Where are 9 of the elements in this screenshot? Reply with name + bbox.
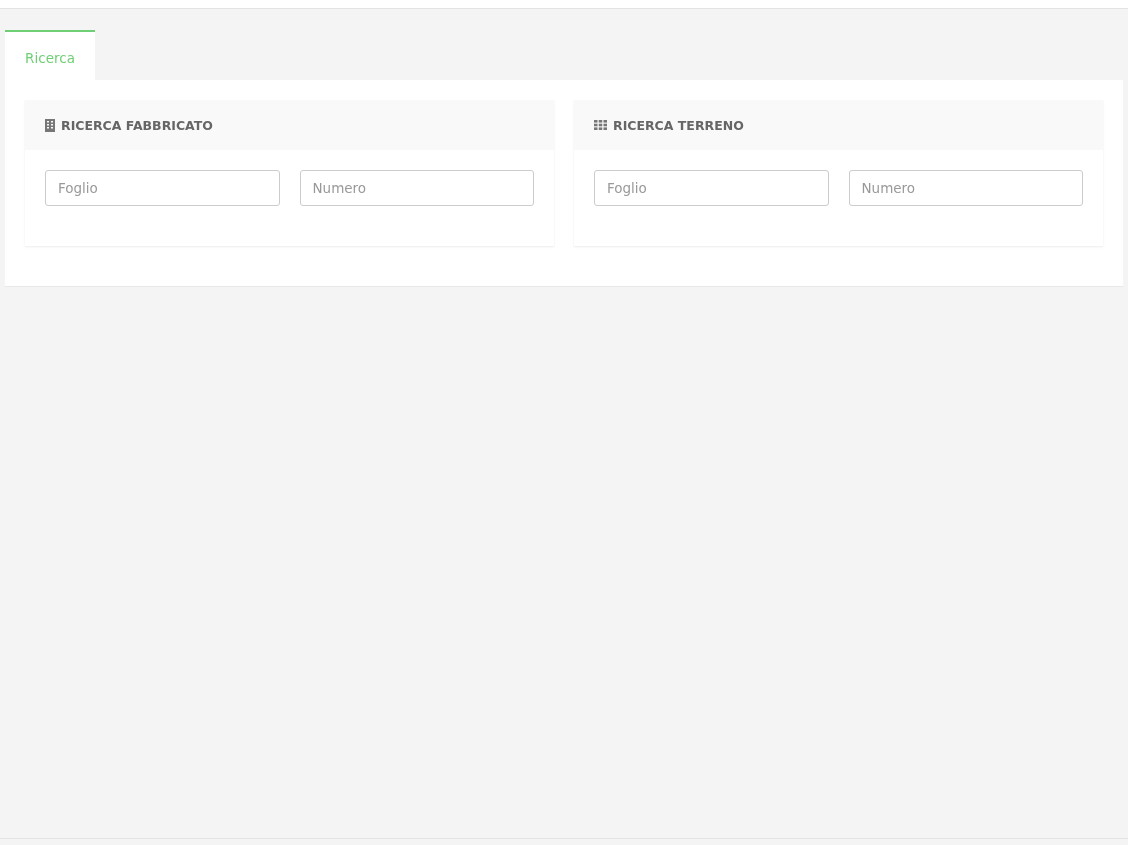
input-field[interactable]: Numero bbox=[299, 170, 534, 206]
input-field[interactable]: Foglio bbox=[45, 170, 280, 206]
card-title: RICERCA TERRENO bbox=[613, 117, 744, 133]
input-field[interactable]: Foglio bbox=[594, 170, 829, 206]
tab[interactable]: Ricerca bbox=[5, 30, 95, 80]
input-field[interactable]: Numero bbox=[848, 170, 1083, 206]
building-icon bbox=[45, 118, 55, 132]
card-title: RICERCA FABBRICATO bbox=[61, 117, 213, 133]
grid-icon bbox=[594, 120, 607, 130]
